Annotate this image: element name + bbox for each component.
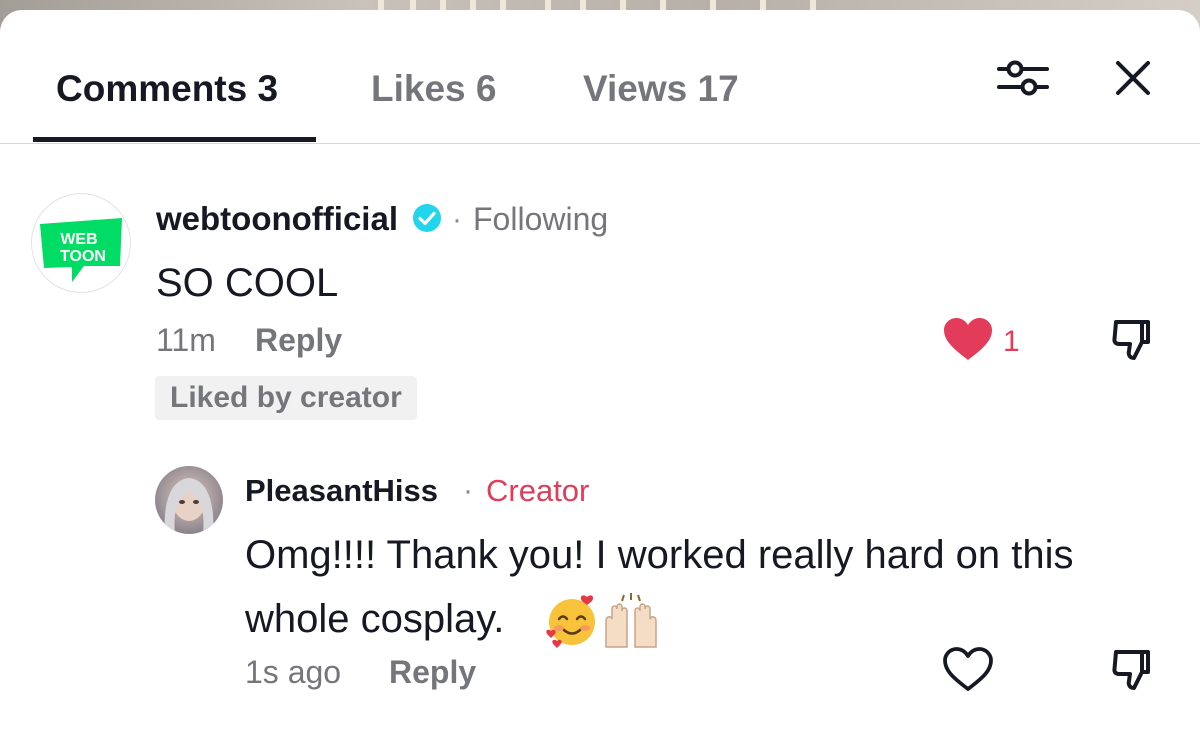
creator-label: Creator — [486, 473, 590, 508]
comments-sheet: Comments 3 Likes 6 Views 17 WEB TOON web… — [0, 10, 1200, 729]
active-tab-indicator — [33, 137, 316, 142]
tab-likes[interactable]: Likes 6 — [371, 68, 496, 110]
reply-timestamp: 1s ago — [245, 654, 342, 690]
reply-button[interactable]: Reply — [255, 322, 342, 359]
verified-badge-icon — [412, 203, 442, 233]
smiling-face-with-hearts-icon — [543, 591, 601, 649]
tab-views[interactable]: Views 17 — [583, 68, 739, 110]
heart-outline-icon[interactable] — [942, 646, 994, 694]
like-count: 1 — [1003, 325, 1020, 358]
sliders-icon[interactable] — [995, 58, 1051, 98]
pleasanthiss-avatar[interactable] — [155, 466, 223, 534]
reply-username[interactable]: PleasantHiss — [245, 473, 438, 509]
dislike-icon[interactable] — [1110, 316, 1158, 364]
comment-text: SO COOL — [156, 261, 339, 305]
svg-text:WEB: WEB — [60, 231, 97, 248]
following-label: Following — [473, 201, 609, 237]
comment-username[interactable]: webtoonofficial — [156, 200, 398, 238]
webtoon-avatar[interactable]: WEB TOON — [31, 193, 131, 293]
comment-timestamp: 11m — [156, 322, 216, 358]
reply-text-line-2: whole cosplay. — [245, 597, 505, 641]
tabs-divider — [0, 143, 1200, 144]
reply-button[interactable]: Reply — [389, 654, 476, 691]
svg-text:TOON: TOON — [60, 248, 106, 265]
liked-by-creator-badge: Liked by creator — [155, 376, 417, 420]
close-icon[interactable] — [1113, 58, 1153, 98]
separator-dot: · — [452, 203, 462, 236]
heart-filled-icon[interactable] — [942, 316, 994, 364]
dislike-icon[interactable] — [1110, 646, 1158, 694]
reply-text-line-1: Omg!!!! Thank you! I worked really hard … — [245, 533, 1074, 577]
raising-hands-icon — [600, 591, 662, 649]
tab-comments[interactable]: Comments 3 — [56, 68, 278, 110]
separator-dot: · — [463, 474, 473, 507]
